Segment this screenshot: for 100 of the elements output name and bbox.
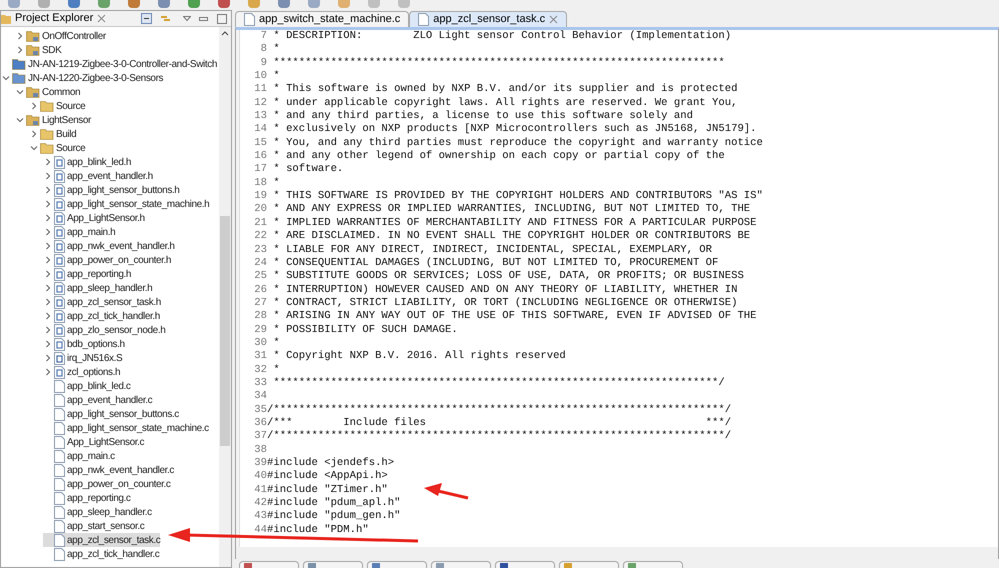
chevron-right-icon[interactable] xyxy=(44,284,52,292)
tree-item[interactable]: app_zcl_tick_handler.h xyxy=(43,309,160,323)
chevron-right-icon[interactable] xyxy=(44,326,52,334)
chevron-right-icon[interactable] xyxy=(44,270,52,278)
tree-item[interactable]: app_event_handler.h xyxy=(43,169,153,183)
scrollbar[interactable] xyxy=(219,27,231,567)
tree-item[interactable]: app_zcl_sensor_task.c xyxy=(43,533,160,547)
chevron-right-icon[interactable] xyxy=(44,242,52,250)
chevron-right-icon[interactable] xyxy=(44,256,52,264)
file-icon xyxy=(54,198,65,210)
tree-item[interactable]: SDK xyxy=(15,43,62,57)
code-line: * xyxy=(272,364,280,377)
bottom-panel-tab[interactable] xyxy=(239,561,299,568)
line-number: 23 xyxy=(253,244,267,257)
tree-item[interactable]: JN-AN-1220-Zigbee-3-0-Sensors xyxy=(1,71,164,85)
chevron-right-icon[interactable] xyxy=(44,368,52,376)
chevron-right-icon[interactable] xyxy=(44,186,52,194)
collapse-all-icon[interactable] xyxy=(141,13,152,24)
maximize-icon[interactable] xyxy=(217,14,227,24)
line-number: 10 xyxy=(253,70,267,84)
tree-item[interactable]: app_start_sensor.c xyxy=(43,519,144,533)
chevron-right-icon[interactable] xyxy=(44,298,52,306)
tree-item[interactable]: app_blink_led.c xyxy=(43,379,130,393)
toolbar-icon[interactable] xyxy=(98,0,110,8)
tree-item[interactable]: Source xyxy=(29,141,86,155)
view-menu-icon[interactable] xyxy=(183,16,191,22)
line-number: 36 xyxy=(253,416,267,430)
tree-item[interactable]: Build xyxy=(29,127,76,141)
scroll-up-icon[interactable] xyxy=(221,31,229,36)
bottom-panel-tab[interactable] xyxy=(367,561,427,568)
close-icon[interactable] xyxy=(97,14,106,23)
line-number: 43 xyxy=(253,510,267,524)
minimize-icon[interactable] xyxy=(199,16,209,22)
chevron-down-icon[interactable] xyxy=(30,144,38,152)
panel-title[interactable]: Project Explorer xyxy=(15,10,94,27)
chevron-right-icon[interactable] xyxy=(44,340,52,348)
line-number: 11 xyxy=(253,83,267,97)
toolbar-icon[interactable] xyxy=(218,0,230,8)
tree-item[interactable]: irq_JN516x.S xyxy=(43,351,122,365)
chevron-right-icon[interactable] xyxy=(44,214,52,222)
tree-item[interactable]: app_sleep_handler.h xyxy=(43,281,152,295)
chevron-right-icon[interactable] xyxy=(44,172,52,180)
chevron-right-icon[interactable] xyxy=(44,312,52,320)
chevron-right-icon[interactable] xyxy=(16,46,24,54)
tree-item[interactable]: zcl_options.h xyxy=(43,365,120,379)
tree-item[interactable]: app_nwk_event_handler.h xyxy=(43,239,175,253)
toolbar-icon[interactable] xyxy=(158,0,170,8)
tree-item[interactable]: app_power_on_counter.h xyxy=(43,253,172,267)
tree-item[interactable]: Source xyxy=(29,99,86,113)
tree-item[interactable]: app_main.c xyxy=(43,449,115,463)
chevron-right-icon[interactable] xyxy=(44,158,52,166)
editor-tab[interactable]: app_switch_state_machine.c xyxy=(235,11,410,27)
tree-item[interactable]: app_main.h xyxy=(43,225,116,239)
tree-item[interactable]: Common xyxy=(15,85,80,99)
toolbar-icon[interactable] xyxy=(278,0,290,8)
tree-item[interactable]: app_zlo_sensor_node.h xyxy=(43,323,166,337)
line-number: 29 xyxy=(253,324,267,337)
line-number: 17 xyxy=(253,163,267,177)
file-icon xyxy=(54,296,65,308)
annotation-arrow xyxy=(424,483,468,500)
chevron-right-icon[interactable] xyxy=(44,354,52,362)
line-number: 32 xyxy=(253,364,267,377)
chevron-down-icon[interactable] xyxy=(16,116,24,124)
tree-item[interactable]: app_zcl_sensor_task.h xyxy=(43,295,161,309)
tree-item[interactable]: app_power_on_counter.c xyxy=(43,477,171,491)
tree-item[interactable]: app_light_sensor_buttons.c xyxy=(43,407,179,421)
bottom-panel-tab[interactable] xyxy=(303,561,363,568)
tree-item[interactable]: LightSensor xyxy=(15,113,91,127)
toolbar-icon[interactable] xyxy=(68,0,80,8)
toolbar-icon[interactable] xyxy=(128,0,140,8)
tree-item[interactable]: app_nwk_event_handler.c xyxy=(43,463,174,477)
toolbar-icon[interactable] xyxy=(188,0,200,8)
bottom-panel-tab[interactable] xyxy=(495,561,555,568)
tree-item[interactable]: app_sleep_handler.c xyxy=(43,505,152,519)
tree-item[interactable]: app_light_sensor_state_machine.h xyxy=(43,197,210,211)
tree-item[interactable]: App_LightSensor.c xyxy=(43,435,144,449)
chevron-right-icon[interactable] xyxy=(16,32,24,40)
scroll-thumb[interactable] xyxy=(220,216,230,446)
chevron-right-icon[interactable] xyxy=(30,102,38,110)
chevron-right-icon[interactable] xyxy=(44,228,52,236)
tree-item[interactable]: app_zcl_tick_handler.c xyxy=(43,547,160,561)
tree-item[interactable]: App_LightSensor.h xyxy=(43,211,145,225)
tree-item[interactable]: app_light_sensor_buttons.h xyxy=(43,183,180,197)
chevron-right-icon[interactable] xyxy=(30,130,38,138)
tree-item[interactable]: app_blink_led.h xyxy=(43,155,132,169)
code-line: * CONTRACT, STRICT LIABILITY, OR TORT (INCLUDING NEGLIGENCE OR OTHERWISE) xyxy=(272,296,738,310)
folder-icon xyxy=(26,114,40,126)
tree-item[interactable]: app_reporting.c xyxy=(43,491,130,505)
tree-item[interactable]: app_light_sensor_state_machine.c xyxy=(43,421,209,435)
chevron-down-icon[interactable] xyxy=(16,88,24,96)
editor-tab[interactable]: app_zcl_sensor_task.c xyxy=(409,11,568,27)
file-icon xyxy=(54,380,65,392)
tree-item[interactable]: app_reporting.h xyxy=(43,267,132,281)
tree-item[interactable]: OnOffController xyxy=(15,29,106,43)
chevron-right-icon[interactable] xyxy=(44,200,52,208)
tree-item[interactable]: bdb_options.h xyxy=(43,337,125,351)
chevron-down-icon[interactable] xyxy=(2,74,10,82)
close-icon[interactable] xyxy=(549,15,558,24)
tree-item[interactable]: JN-AN-1219-Zigbee-3-0-Controller-and-Switch xyxy=(1,57,217,71)
tree-item[interactable]: app_event_handler.c xyxy=(43,393,152,407)
